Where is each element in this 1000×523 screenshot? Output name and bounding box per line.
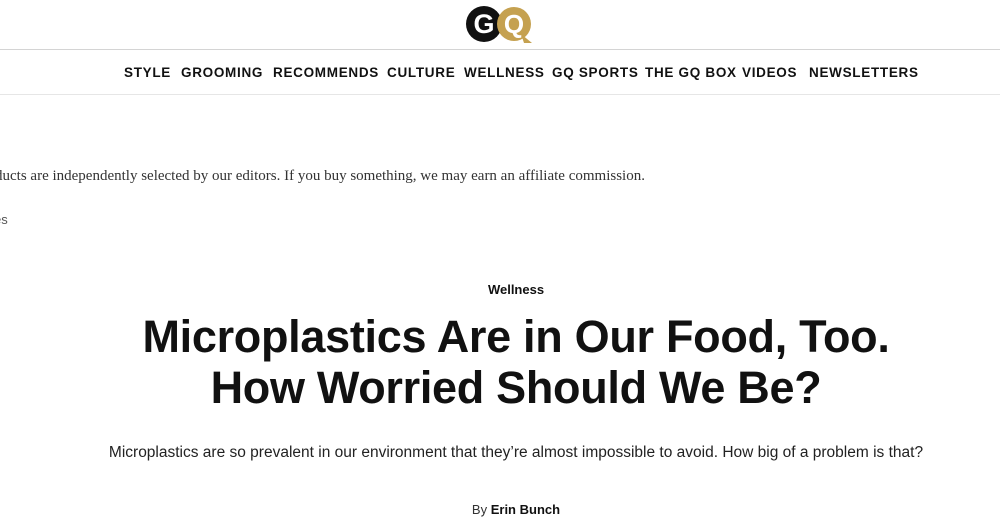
article-dek: Microplastics are so prevalent in our en… — [108, 444, 924, 461]
affiliate-disclaimer: ducts are independently selected by our … — [0, 168, 645, 184]
byline: By Erin Bunch — [0, 502, 1000, 517]
breadcrumb-fragment: es — [0, 212, 8, 227]
nav-item-newsletters[interactable]: NEWSLETTERS — [809, 50, 919, 96]
article-headline: Microplastics Are in Our Food, Too. How … — [0, 311, 1000, 413]
nav-item-culture[interactable]: CULTURE — [387, 50, 455, 96]
primary-nav: STYLE GROOMING RECOMMENDS CULTURE WELLNE… — [0, 49, 1000, 95]
nav-item-gq-sports[interactable]: GQ SPORTS — [552, 50, 639, 96]
nav-item-videos[interactable]: VIDEOS — [742, 50, 797, 96]
nav-item-style[interactable]: STYLE — [124, 50, 171, 96]
nav-item-grooming[interactable]: GROOMING — [181, 50, 263, 96]
headline-line-2: How Worried Should We Be? — [210, 362, 822, 413]
author-link[interactable]: Erin Bunch — [491, 502, 560, 517]
site-header: G Q — [0, 0, 1000, 48]
rubric-link[interactable]: Wellness — [0, 282, 1000, 297]
nav-item-wellness[interactable]: WELLNESS — [464, 50, 545, 96]
svg-text:Q: Q — [504, 9, 524, 39]
svg-text:G: G — [473, 9, 494, 39]
byline-prefix: By — [471, 502, 488, 517]
nav-item-recommends[interactable]: RECOMMENDS — [273, 50, 379, 96]
gq-logo[interactable]: G Q — [464, 4, 536, 44]
headline-line-1: Microplastics Are in Our Food, Too. — [142, 311, 890, 362]
nav-item-the-gq-box[interactable]: THE GQ BOX — [645, 50, 737, 96]
